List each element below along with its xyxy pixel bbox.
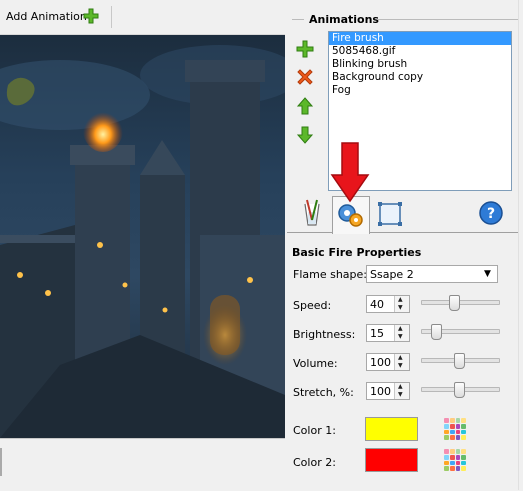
properties-title: Basic Fire Properties <box>292 246 422 259</box>
move-down-icon <box>296 126 314 144</box>
help-button[interactable]: ? <box>478 200 510 232</box>
window-edge <box>518 0 523 490</box>
preview-canvas[interactable] <box>0 35 285 438</box>
color1-palette-icon[interactable] <box>444 418 466 440</box>
tab-brushes[interactable] <box>296 198 328 230</box>
color1-swatch[interactable] <box>365 417 418 441</box>
chevron-down-icon[interactable]: ▼ <box>484 269 491 279</box>
brightness-label: Brightness: <box>293 328 356 341</box>
list-item[interactable]: Blinking brush <box>329 58 511 71</box>
plus-icon <box>296 40 314 58</box>
toolbar-separator <box>111 6 112 28</box>
speed-label: Speed: <box>293 299 332 312</box>
help-icon: ? <box>479 201 503 225</box>
frame-icon <box>378 202 402 226</box>
move-down-button[interactable] <box>294 124 316 146</box>
delete-animation-button[interactable] <box>294 66 316 88</box>
list-item[interactable]: Fog <box>329 84 511 97</box>
list-item[interactable]: Fire brush <box>329 32 511 45</box>
tab-frame[interactable] <box>374 198 406 230</box>
groupbox-line-left <box>292 19 304 20</box>
preview-statusbar <box>0 438 285 491</box>
list-item[interactable]: 5085468.gif <box>329 45 511 58</box>
animations-title: Animations <box>309 13 379 26</box>
flame-shape-value: Ssape 2 <box>370 268 414 281</box>
stretch-stepper[interactable]: ▲ ▼ <box>394 383 409 399</box>
speed-stepper[interactable]: ▲ ▼ <box>394 296 409 312</box>
speed-slider-thumb[interactable] <box>448 295 460 311</box>
statusbar-separator <box>0 448 2 476</box>
speed-slider[interactable] <box>421 300 500 305</box>
list-item[interactable]: Background copy <box>329 71 511 84</box>
stretch-label: Stretch, %: <box>293 386 354 399</box>
color2-label: Color 2: <box>293 456 336 469</box>
delete-icon <box>297 69 313 85</box>
brightness-stepper[interactable]: ▲ ▼ <box>394 325 409 341</box>
volume-stepper[interactable]: ▲ ▼ <box>394 354 409 370</box>
move-up-button[interactable] <box>294 95 316 117</box>
volume-slider-thumb[interactable] <box>454 353 465 369</box>
color2-swatch[interactable] <box>365 448 418 472</box>
stretch-slider-thumb[interactable] <box>454 382 465 398</box>
paint-glass-icon <box>304 199 320 226</box>
speed-value: 40 <box>370 298 384 311</box>
groupbox-line-right <box>378 19 518 20</box>
svg-text:?: ? <box>487 206 495 222</box>
brightness-value: 15 <box>370 327 384 340</box>
add-animation-button[interactable] <box>294 38 316 60</box>
red-arrow-icon <box>330 141 370 203</box>
stretch-value: 100 <box>370 385 391 398</box>
add-animation-plus-icon[interactable] <box>82 7 100 25</box>
flame-shape-label: Flame shape: <box>293 268 368 281</box>
volume-label: Volume: <box>293 357 338 370</box>
brightness-slider-thumb[interactable] <box>430 324 442 340</box>
move-up-icon <box>296 97 314 115</box>
color1-label: Color 1: <box>293 424 336 437</box>
tab-strip-line <box>287 232 523 233</box>
volume-value: 100 <box>370 356 391 369</box>
add-animation-label[interactable]: Add Animation <box>6 10 87 23</box>
color2-palette-icon[interactable] <box>444 449 466 471</box>
